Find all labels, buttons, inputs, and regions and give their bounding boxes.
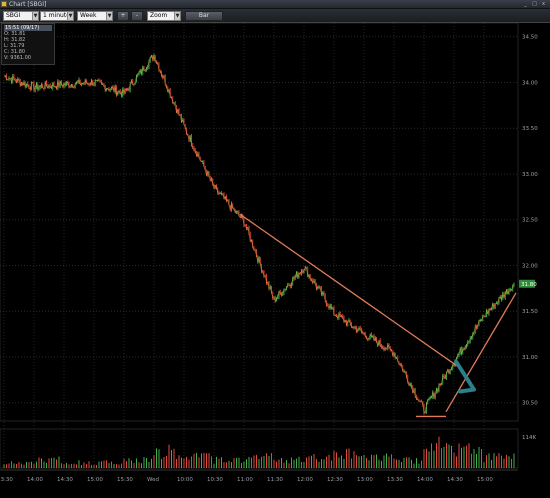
price-tick-label: 32.50 bbox=[522, 218, 538, 224]
time-tick-label: 14:00 bbox=[417, 477, 433, 483]
price-tick-label: 31.00 bbox=[522, 355, 538, 361]
zoom-value: Zoom bbox=[150, 12, 168, 19]
price-chart-svg: 34.50 34.00 33.50 33.00 32.50 32.00 31.50 31.00… bbox=[0, 23, 538, 483]
time-tick-label: 11:30 bbox=[267, 477, 283, 483]
time-tick-label: Wed bbox=[147, 477, 159, 483]
price-tick-label: 33.50 bbox=[522, 126, 538, 132]
info-volume: V: 9361.00 bbox=[4, 55, 31, 61]
volume-axis-label: 114K bbox=[522, 435, 536, 441]
chevron-down-icon[interactable]: ▼ bbox=[32, 12, 38, 20]
chevron-down-icon[interactable]: ▼ bbox=[174, 12, 180, 20]
chevron-down-icon[interactable]: ▼ bbox=[67, 12, 73, 20]
time-tick-label: 14:00 bbox=[27, 477, 43, 483]
time-tick-label: 13:30 bbox=[387, 477, 403, 483]
zoom-out-button[interactable]: - bbox=[131, 11, 143, 21]
last-price-label: 31.80 bbox=[521, 282, 537, 288]
range-value: Week bbox=[80, 12, 97, 19]
price-tick-label: 34.50 bbox=[522, 35, 538, 41]
price-tick-label: 30.50 bbox=[522, 401, 538, 407]
zoom-in-button[interactable]: + bbox=[117, 11, 129, 21]
minimize-button[interactable]: _ bbox=[522, 1, 529, 7]
symbol-select[interactable]: SBGI ▼ bbox=[3, 11, 39, 21]
close-button[interactable]: x bbox=[540, 1, 547, 7]
interval-value: 1 minute bbox=[43, 12, 70, 19]
downtrend-line bbox=[239, 213, 461, 369]
time-tick-label: 14:30 bbox=[447, 477, 463, 483]
time-tick-label: 13:00 bbox=[357, 477, 373, 483]
time-tick-label: 11:00 bbox=[237, 477, 253, 483]
app-icon bbox=[1, 1, 7, 7]
chart-toolbar: SBGI ▼ 1 minute ▼ Week ▼ + - Zoom ▼ Bar bbox=[0, 9, 550, 23]
symbol-value: SBGI bbox=[6, 12, 21, 19]
range-select[interactable]: Week ▼ bbox=[77, 11, 113, 21]
time-tick-label: 10:00 bbox=[177, 477, 193, 483]
price-tick-label: 34.00 bbox=[522, 80, 538, 86]
chart-type-button[interactable]: Bar bbox=[185, 11, 223, 21]
price-tick-label: 32.00 bbox=[522, 263, 538, 269]
price-tick-label: 31.50 bbox=[522, 309, 538, 315]
interval-select[interactable]: 1 minute ▼ bbox=[40, 11, 74, 21]
maximize-button[interactable]: □ bbox=[531, 1, 538, 7]
time-tick-label: 10:30 bbox=[207, 477, 223, 483]
breakout-arrow-icon bbox=[454, 359, 476, 394]
time-tick-label: 12:30 bbox=[327, 477, 343, 483]
time-tick-label: 14:30 bbox=[57, 477, 73, 483]
time-tick-label: 15:00 bbox=[477, 477, 493, 483]
price-line bbox=[3, 54, 515, 414]
price-tick-label: 33.00 bbox=[522, 172, 538, 178]
price-chart[interactable]: 34.50 34.00 33.50 33.00 32.50 32.00 31.50 31.00… bbox=[0, 23, 550, 498]
time-tick-label: 13:30 bbox=[0, 477, 13, 483]
zoom-select[interactable]: Zoom ▼ bbox=[147, 11, 181, 21]
time-tick-label: 15:00 bbox=[87, 477, 103, 483]
chevron-down-icon[interactable]: ▼ bbox=[106, 12, 112, 20]
window-titlebar: Chart [SBGI] _ □ x bbox=[0, 0, 550, 9]
ohlc-info-box: 15:51 (09/17) O: 31.81 H: 31.82 L: 31.79… bbox=[1, 23, 55, 65]
time-tick-label: 12:00 bbox=[297, 477, 313, 483]
window-title: Chart [SBGI] bbox=[9, 1, 47, 8]
time-tick-label: 15:30 bbox=[117, 477, 133, 483]
